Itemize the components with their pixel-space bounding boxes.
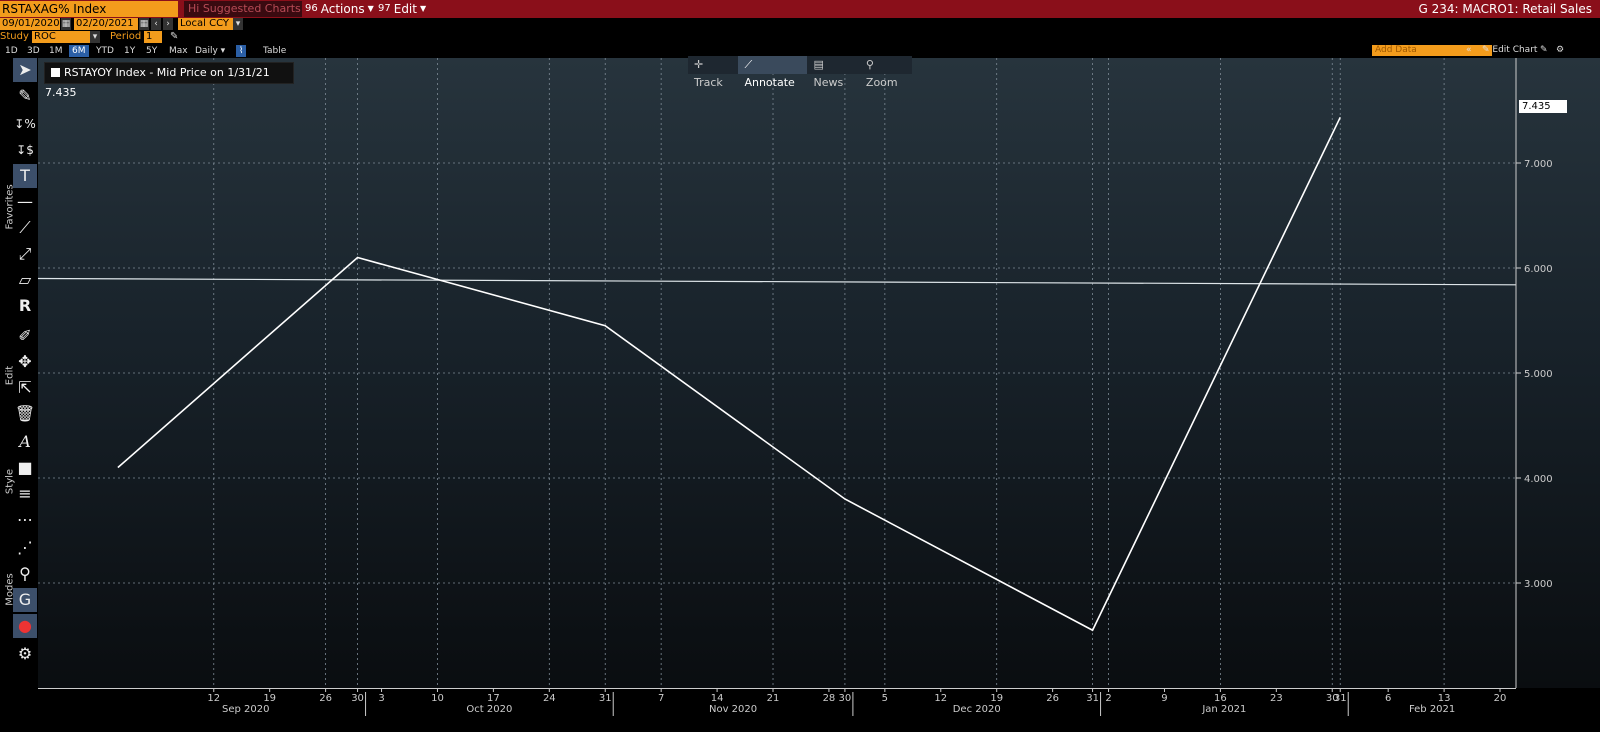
- range-3d[interactable]: 3D: [24, 45, 43, 57]
- line-weight-icon[interactable]: ≡: [13, 482, 37, 506]
- edit-menu-number: 97: [378, 1, 391, 17]
- cursor-icon[interactable]: ➤: [13, 58, 37, 82]
- ray-icon[interactable]: ⤢: [13, 242, 37, 266]
- end-date-field[interactable]: 02/20/2021: [74, 18, 138, 30]
- gear-icon[interactable]: ⚙: [13, 642, 37, 666]
- range-1m[interactable]: 1M: [46, 45, 66, 57]
- chevron-down-icon[interactable]: ▾: [233, 18, 243, 30]
- period-label: Period: [110, 31, 141, 43]
- y-axis-panel: [1516, 58, 1600, 688]
- pencil-icon[interactable]: ✎: [170, 31, 178, 43]
- move-icon[interactable]: ✥: [13, 350, 37, 374]
- date-range-row: 09/01/2020 ▦ 02/20/2021 ▦ ‹ › Local CCY …: [0, 18, 1600, 31]
- channel-icon[interactable]: ▱: [13, 268, 37, 292]
- last-value-label: 7.435: [1519, 100, 1567, 113]
- calendar-icon[interactable]: ▦: [139, 18, 149, 30]
- percent-tool-icon[interactable]: ↧%: [13, 112, 37, 136]
- regression-icon[interactable]: R: [13, 294, 37, 318]
- frequency-value: Daily: [195, 46, 218, 56]
- gear-icon[interactable]: ⚙: [1556, 45, 1564, 56]
- actions-menu-number: 96: [305, 1, 318, 17]
- calendar-icon[interactable]: ▦: [61, 18, 71, 30]
- style-section-label: Style: [5, 462, 16, 502]
- screen-title: G 234: MACRO1: Retail Sales: [1418, 1, 1592, 17]
- edit-section-label: Edit: [5, 356, 16, 396]
- zoom-label: Zoom: [866, 76, 898, 89]
- edit-chart-label: Edit Chart: [1492, 45, 1537, 55]
- trash-icon[interactable]: 🗑: [13, 402, 37, 426]
- suggested-charts-button[interactable]: Hi Suggested Charts: [184, 1, 302, 17]
- color-mode-icon[interactable]: ●: [13, 614, 37, 638]
- price-tool-icon[interactable]: ↧$: [13, 138, 37, 162]
- fill-color-icon[interactable]: ■: [13, 456, 37, 480]
- actions-menu-label: Actions: [321, 1, 365, 17]
- range-6m[interactable]: 6M: [69, 45, 89, 57]
- range-1y[interactable]: 1Y: [121, 45, 138, 57]
- period-field[interactable]: 1: [144, 31, 162, 43]
- annotate-button[interactable]: ⟋ Annotate: [738, 56, 807, 74]
- news-button[interactable]: ▤ News: [807, 56, 859, 74]
- select-plus-icon[interactable]: ⇱: [13, 376, 37, 400]
- favorites-section-label: Favorites: [5, 190, 16, 230]
- range-max[interactable]: Max: [166, 45, 191, 57]
- top-bar: RSTAXAG% Index Hi Suggested Charts 96 Ac…: [0, 0, 1600, 18]
- study-label: Study: [0, 31, 29, 43]
- pen-icon[interactable]: ✎: [13, 84, 37, 108]
- collapse-icon[interactable]: «: [1466, 45, 1472, 56]
- range-ytd[interactable]: YTD: [93, 45, 117, 57]
- series-legend[interactable]: RSTAYOY Index - Mid Price on 1/31/21 7.4…: [44, 62, 294, 84]
- modes-section-label: Modes: [5, 570, 16, 610]
- mode-tool-icon[interactable]: ⚲: [13, 562, 37, 586]
- study-row: Study ROC ▾ Period 1 ✎: [0, 31, 1600, 44]
- brush-icon[interactable]: ✐: [13, 324, 37, 348]
- edit-menu-label: Edit: [394, 1, 417, 17]
- edit-icon[interactable]: ✎: [1540, 45, 1548, 56]
- range-1d[interactable]: 1D: [2, 45, 21, 57]
- annotate-label: Annotate: [744, 76, 794, 89]
- chevron-down-icon: ▼: [368, 1, 374, 17]
- horizontal-line-icon[interactable]: —: [13, 190, 37, 214]
- edit-chart-button[interactable]: ✎ Edit Chart: [1482, 45, 1537, 56]
- line-chart-icon[interactable]: ⌇: [236, 45, 246, 57]
- trendline-icon[interactable]: ⟋: [13, 216, 37, 240]
- chart-tools-bar: ✛ Track ⟋ Annotate ▤ News ⚲ Zoom: [688, 56, 912, 74]
- news-label: News: [813, 76, 843, 89]
- add-data-input[interactable]: Add Data: [1372, 45, 1492, 56]
- chevron-down-icon: ▼: [420, 1, 426, 17]
- line-style-icon[interactable]: ⋯: [13, 508, 37, 532]
- edit-menu[interactable]: 97 Edit ▼: [378, 1, 426, 17]
- text-tool-icon[interactable]: T: [13, 164, 37, 188]
- start-date-field[interactable]: 09/01/2020: [0, 18, 60, 30]
- font-style-icon[interactable]: A: [13, 430, 37, 454]
- currency-select[interactable]: Local CCY: [178, 18, 233, 30]
- chevron-down-icon[interactable]: ▾: [90, 31, 100, 43]
- range-5y[interactable]: 5Y: [143, 45, 160, 57]
- actions-menu[interactable]: 96 Actions ▼: [305, 1, 374, 17]
- series-color-swatch: [51, 68, 60, 77]
- dotted-line-icon[interactable]: ⋰: [13, 536, 37, 560]
- drawing-toolbar: ➤ ✎ ↧% ↧$ T — ⟋ ⤢ ▱ R ✐ ✥ ⇱ 🗑 A ■ ≡ ⋯ ⋰ …: [0, 58, 38, 731]
- frequency-select[interactable]: Daily ▾: [192, 45, 228, 57]
- chevron-right-icon[interactable]: ›: [163, 18, 173, 30]
- chevron-left-icon[interactable]: ‹: [151, 18, 161, 30]
- crosshair-mode-icon[interactable]: G: [13, 588, 37, 612]
- zoom-button[interactable]: ⚲ Zoom: [860, 56, 912, 74]
- track-button[interactable]: ✛ Track: [688, 56, 738, 74]
- track-label: Track: [694, 76, 723, 89]
- ticker-field[interactable]: RSTAXAG% Index: [0, 1, 178, 17]
- x-axis-panel: [38, 688, 1516, 732]
- plot-area[interactable]: [38, 58, 1516, 688]
- study-select[interactable]: ROC: [32, 31, 90, 43]
- table-button[interactable]: Table: [260, 45, 289, 57]
